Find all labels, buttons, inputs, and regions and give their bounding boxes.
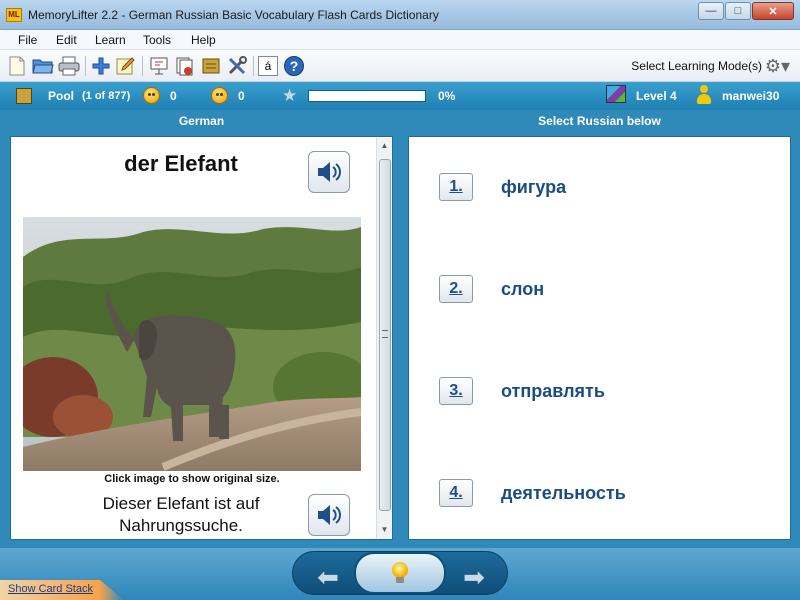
scroll-up-arrow-icon[interactable]: ▲ bbox=[380, 141, 389, 150]
answer-number-button[interactable]: 4. bbox=[439, 479, 473, 507]
menu-bar: File Edit Learn Tools Help bbox=[0, 30, 800, 50]
play-sentence-audio-button[interactable] bbox=[308, 494, 350, 536]
star-icon: ★ bbox=[282, 86, 298, 105]
slideshow-icon[interactable] bbox=[148, 55, 170, 77]
elephant-image bbox=[23, 217, 361, 471]
answer-option-1[interactable]: 1. фигура bbox=[439, 173, 566, 201]
card-stack-icon[interactable] bbox=[174, 55, 196, 77]
progress-percent: 0% bbox=[438, 89, 456, 103]
question-panel: der Elefant Click image to show original… bbox=[10, 136, 393, 540]
answer-number-button[interactable]: 2. bbox=[439, 275, 473, 303]
maximize-button[interactable]: □ bbox=[725, 2, 751, 20]
add-card-icon[interactable] bbox=[90, 55, 112, 77]
pool-count: (1 of 877) bbox=[82, 90, 131, 102]
menu-edit[interactable]: Edit bbox=[56, 33, 77, 47]
answer-text[interactable]: отправлять bbox=[501, 381, 605, 402]
answer-text[interactable]: деятельность bbox=[501, 483, 626, 504]
learning-mode-gear-icon[interactable]: ⚙▾ bbox=[765, 56, 790, 77]
hint-button[interactable] bbox=[354, 552, 446, 594]
edit-card-icon[interactable] bbox=[115, 55, 137, 77]
box-icon[interactable] bbox=[200, 55, 222, 77]
answer-number-button[interactable]: 3. bbox=[439, 377, 473, 405]
minimize-button[interactable]: — bbox=[698, 2, 724, 20]
play-word-audio-button[interactable] bbox=[308, 151, 350, 193]
wrong-count: 0 bbox=[238, 89, 245, 103]
example-sentence: Dieser Elefant ist auf Nahrungssuche. bbox=[102, 494, 260, 535]
pool-label: Pool bbox=[48, 89, 74, 103]
light-bulb-icon bbox=[391, 562, 409, 584]
show-card-stack-link[interactable]: Show Card Stack bbox=[8, 583, 93, 595]
print-icon[interactable] bbox=[58, 55, 80, 77]
image-caption: Click image to show original size. bbox=[104, 473, 280, 485]
progress-bar bbox=[308, 90, 426, 102]
answer-option-4[interactable]: 4. деятельность bbox=[439, 479, 626, 507]
new-document-icon[interactable] bbox=[6, 55, 28, 77]
answer-panel: 1. фигура 2. слон 3. отправлять 4. деяте… bbox=[408, 136, 791, 540]
speaker-icon bbox=[318, 505, 341, 525]
answer-option-3[interactable]: 3. отправлять bbox=[439, 377, 605, 405]
toolbar: á ? Select Learning Mode(s) ⚙▾ bbox=[0, 50, 800, 82]
menu-help[interactable]: Help bbox=[191, 33, 216, 47]
elephant-photo[interactable] bbox=[23, 217, 361, 471]
open-folder-icon[interactable] bbox=[32, 55, 54, 77]
close-button[interactable]: ✕ bbox=[752, 2, 794, 20]
menu-file[interactable]: File bbox=[18, 33, 37, 47]
title-bar: ML MemoryLifter 2.2 - German Russian Bas… bbox=[0, 0, 800, 30]
help-icon[interactable]: ? bbox=[284, 56, 304, 76]
main-area: German Select Russian below der Elefant bbox=[0, 110, 800, 548]
level-boxes-icon bbox=[606, 85, 626, 103]
question-word: der Elefant bbox=[124, 151, 238, 176]
menu-learn[interactable]: Learn bbox=[95, 33, 126, 47]
correct-smiley-icon bbox=[143, 87, 160, 104]
answer-option-2[interactable]: 2. слон bbox=[439, 275, 544, 303]
answer-language-header: Select Russian below bbox=[538, 114, 661, 128]
speaker-icon bbox=[318, 162, 341, 182]
question-language-header: German bbox=[178, 114, 225, 128]
answer-text[interactable]: слон bbox=[501, 279, 544, 300]
answer-text[interactable]: фигура bbox=[501, 177, 566, 198]
user-name: manwei30 bbox=[722, 89, 780, 103]
window-title: MemoryLifter 2.2 - German Russian Basic … bbox=[28, 8, 439, 22]
forward-arrow-icon[interactable]: ➡ bbox=[451, 558, 497, 596]
answer-number-button[interactable]: 1. bbox=[439, 173, 473, 201]
user-icon bbox=[696, 85, 712, 105]
settings-tools-icon[interactable] bbox=[226, 55, 248, 77]
wrong-smiley-icon bbox=[211, 87, 228, 104]
pool-box-icon bbox=[16, 88, 32, 104]
question-scrollbar[interactable]: ▲ ▼ bbox=[376, 137, 392, 539]
select-learning-mode-label[interactable]: Select Learning Mode(s) bbox=[631, 59, 762, 73]
level-label: Level 4 bbox=[636, 89, 677, 103]
app-logo-icon: ML bbox=[6, 8, 22, 22]
back-arrow-icon[interactable]: ⬅ bbox=[305, 558, 351, 596]
menu-tools[interactable]: Tools bbox=[143, 33, 171, 47]
correct-count: 0 bbox=[170, 89, 177, 103]
special-characters-icon[interactable]: á bbox=[258, 56, 278, 76]
scroll-thumb[interactable] bbox=[379, 159, 391, 511]
scroll-down-arrow-icon[interactable]: ▼ bbox=[380, 525, 389, 534]
